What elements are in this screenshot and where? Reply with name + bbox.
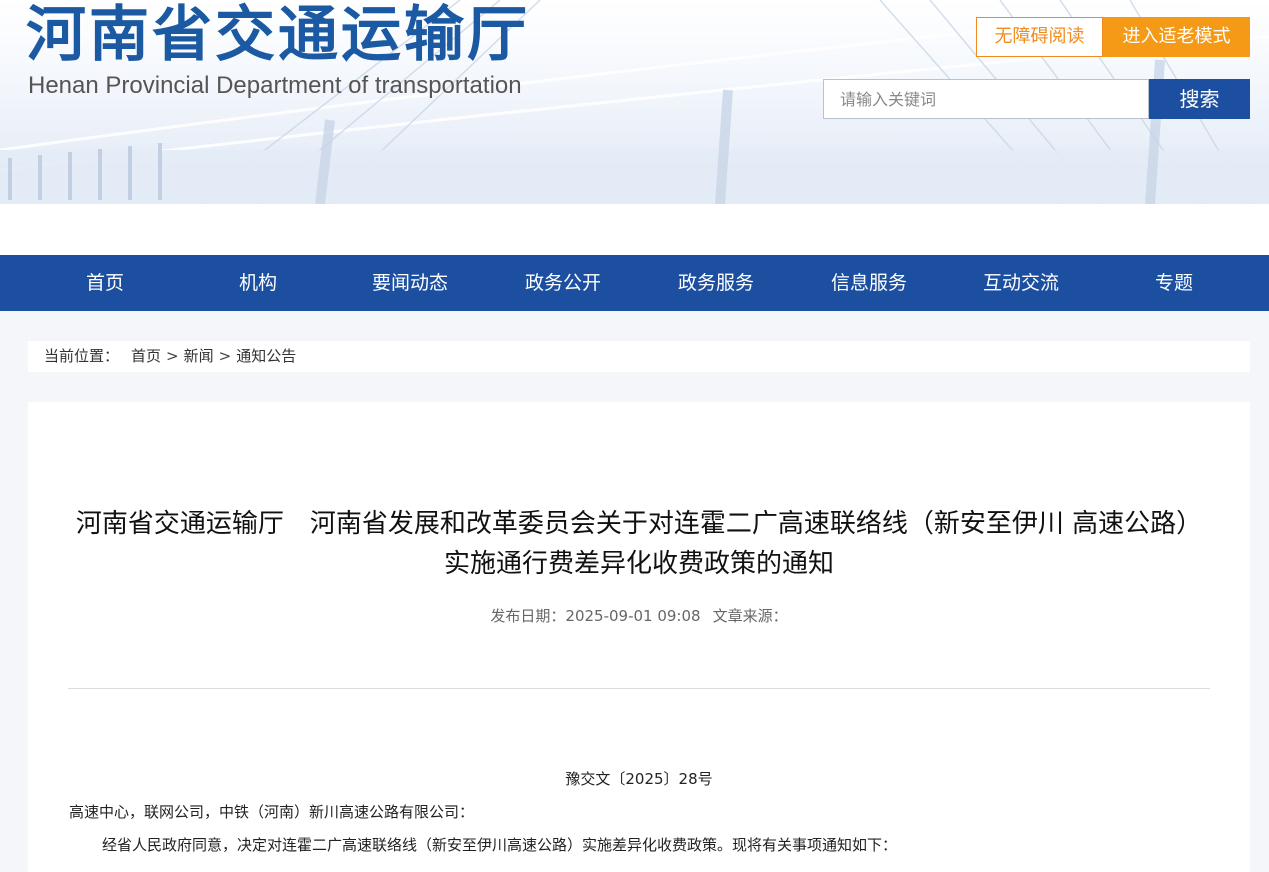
body-paragraph: 经省人民政府同意，决定对连霍二广高速联络线（新安至伊川高速公路）实施差异化收费政… [102,836,898,854]
accessibility-reading-button[interactable]: 无障碍阅读 [976,17,1103,57]
site-subtitle: Henan Provincial Department of transport… [28,72,522,99]
addressee: 高速中心，联网公司，中铁（河南）新川高速公路有限公司： [69,803,475,821]
breadcrumb-news-link[interactable]: 新闻 [184,341,214,372]
nav-item-gov-disclosure[interactable]: 政务公开 [487,255,639,311]
search-button[interactable]: 搜索 [1149,79,1250,119]
nav-item-home[interactable]: 首页 [29,255,181,311]
publish-date-label: 发布日期： [490,607,566,625]
site-title: 河南省交通运输厅 [26,0,530,70]
breadcrumb-label: 当前位置： [44,347,120,365]
search-input[interactable] [823,79,1149,119]
article-panel: 河南省交通运输厅 河南省发展和改革委员会关于对连霍二广高速联络线（新安至伊川 高… [28,402,1250,872]
nav-item-organization[interactable]: 机构 [182,255,334,311]
nav-item-interaction[interactable]: 互动交流 [945,255,1097,311]
header-banner: 河南省交通运输厅 Henan Provincial Department of … [0,0,1269,204]
article-title: 河南省交通运输厅 河南省发展和改革委员会关于对连霍二广高速联络线（新安至伊川 高… [75,509,1203,579]
breadcrumb: 当前位置： 首页 > 新闻 > 通知公告 [28,341,1250,372]
elder-mode-button[interactable]: 进入适老模式 [1103,17,1250,57]
source-label: 文章来源： [712,607,788,625]
nav-item-news[interactable]: 要闻动态 [334,255,486,311]
publish-date: 2025-09-01 09:08 [565,607,701,625]
breadcrumb-notices-link[interactable]: 通知公告 [236,341,296,372]
main-nav: 首页 机构 要闻动态 政务公开 政务服务 信息服务 互动交流 专题 [0,255,1269,311]
nav-item-info-services[interactable]: 信息服务 [793,255,945,311]
article-meta: 发布日期：2025-09-01 09:08 文章来源： [28,605,1250,626]
breadcrumb-home-link[interactable]: 首页 [131,341,161,372]
header-spacer [0,204,1269,255]
breadcrumb-separator: > [166,347,179,365]
breadcrumb-separator: > [218,347,232,365]
nav-item-gov-services[interactable]: 政务服务 [640,255,792,311]
title-divider [68,688,1210,689]
document-number: 豫交文〔2025〕28号 [565,770,713,788]
nav-item-topics[interactable]: 专题 [1098,255,1250,311]
